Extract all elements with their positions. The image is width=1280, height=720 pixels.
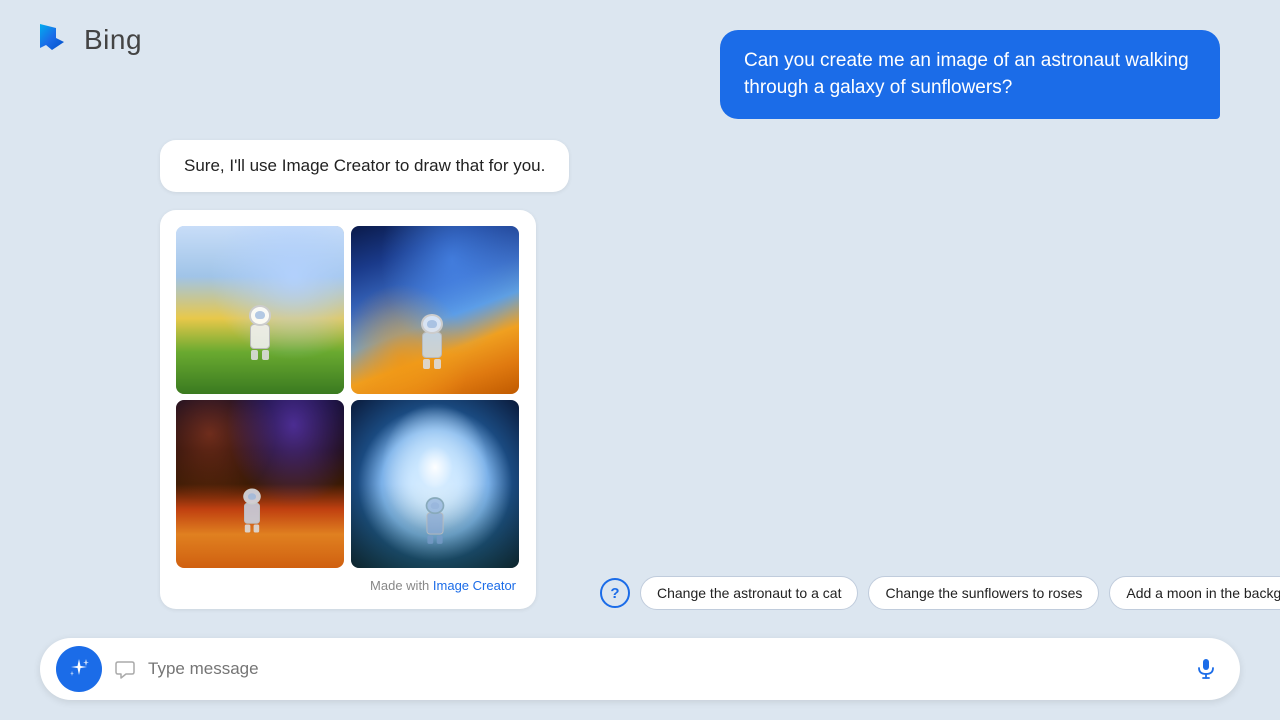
message-input[interactable]	[148, 659, 1176, 679]
image-creator-link[interactable]: Image Creator	[433, 578, 516, 593]
suggestions-row: ? Change the astronaut to a cat Change t…	[600, 576, 1240, 610]
sparkle-icon	[67, 657, 91, 681]
astronaut-figure-3	[240, 488, 264, 532]
suggestion-chip-2[interactable]: Change the sunflowers to roses	[868, 576, 1099, 610]
bing-logo: Bing	[30, 18, 142, 62]
helmet-1	[249, 305, 271, 325]
body-1	[250, 324, 270, 350]
chat-icon	[114, 658, 136, 680]
generated-image-2[interactable]	[351, 226, 519, 394]
image-grid	[176, 226, 520, 568]
suggestion-chip-3[interactable]: Add a moon in the background	[1109, 576, 1280, 610]
astronaut-figure-2	[417, 314, 447, 369]
user-message-text: Can you create me an image of an astrona…	[744, 50, 1189, 98]
microphone-button[interactable]	[1188, 651, 1224, 687]
legs-1	[251, 350, 269, 360]
astronaut-figure-4	[422, 497, 448, 544]
bot-message-text: Sure, I'll use Image Creator to draw tha…	[184, 156, 545, 175]
input-bar	[40, 638, 1240, 700]
bing-logo-text: Bing	[84, 24, 142, 56]
image-grid-container: Made with Image Creator	[160, 210, 536, 609]
user-message-bubble: Can you create me an image of an astrona…	[720, 30, 1220, 119]
generated-image-3[interactable]	[176, 400, 344, 568]
astronaut-figure-1	[245, 305, 275, 360]
bot-message-bubble: Sure, I'll use Image Creator to draw tha…	[160, 140, 569, 192]
magic-button[interactable]	[56, 646, 102, 692]
bing-logo-icon	[30, 18, 74, 62]
made-with-label: Made with Image Creator	[176, 578, 520, 593]
generated-image-4[interactable]	[351, 400, 519, 568]
suggestion-chip-1[interactable]: Change the astronaut to a cat	[640, 576, 858, 610]
help-button[interactable]: ?	[600, 578, 630, 608]
generated-image-1[interactable]	[176, 226, 344, 394]
header: Bing	[0, 0, 172, 80]
